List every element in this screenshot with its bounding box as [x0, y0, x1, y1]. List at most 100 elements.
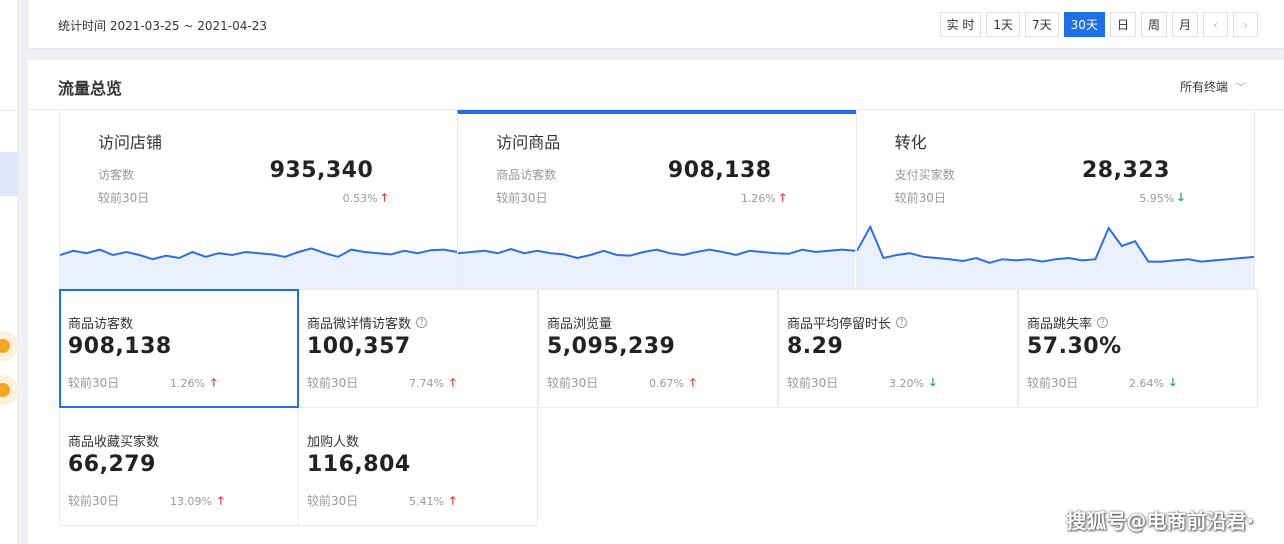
arrow-up-icon: 🡑 — [217, 494, 224, 507]
metric-change-value: 1.26% — [170, 377, 205, 390]
metric-avg-stay-duration[interactable]: 商品平均停留时长? 8.29 较前30日 3.20% 🡓 — [778, 289, 1018, 408]
card-compare-label: 较前30日 — [98, 191, 150, 205]
metric-micro-detail-visitors[interactable]: 商品微详情访客数? 100,357 较前30日 7.74% 🡑 — [298, 289, 538, 408]
metric-compare-label: 较前30日 — [1027, 376, 1079, 390]
range-btn-1day[interactable]: 1天 — [986, 12, 1021, 37]
metric-value: 57.30% — [1027, 334, 1122, 359]
sparkline-area — [458, 249, 856, 288]
metric-value: 8.29 — [787, 334, 844, 359]
metric-bounce-rate[interactable]: 商品跳失率? 57.30% 较前30日 2.64% 🡓 — [1018, 289, 1258, 408]
metric-change: 7.74% 🡑 — [409, 374, 456, 393]
metric-label-text: 商品跳失率 — [1027, 317, 1093, 332]
chevron-down-icon: ﹀ — [1236, 83, 1246, 94]
card-change-value: 1.26% — [740, 192, 776, 205]
metric-compare-label: 较前30日 — [307, 376, 359, 390]
card-conversion[interactable]: 转化 支付买家数 28,323 较前30日 5.95% 🡓 — [855, 110, 1255, 289]
metric-value: 908,138 — [68, 334, 172, 359]
card-title: 访问商品 — [496, 133, 561, 152]
traffic-overview-panel: 流量总览 所有终端 ﹀ 访问店铺 访客数 935,340 较前30日 0.53%… — [28, 60, 1284, 544]
range-btn-month[interactable]: 月 — [1171, 12, 1198, 37]
metric-label-text: 商品平均停留时长 — [787, 317, 892, 332]
card-metric-label: 支付买家数 — [894, 168, 955, 182]
metric-change: 5.41% 🡑 — [409, 492, 456, 511]
prev-period-button[interactable]: ‹ — [1203, 12, 1228, 37]
metric-label: 商品平均停留时长? — [787, 313, 908, 332]
range-btn-7days[interactable]: 7天 — [1025, 12, 1059, 37]
metric-change: 2.64% 🡓 — [1129, 374, 1176, 393]
metric-label: 商品微详情访客数? — [307, 313, 428, 332]
metric-label: 加购人数 — [307, 431, 359, 450]
metric-change: 0.67% 🡑 — [649, 374, 696, 393]
arrow-up-icon: 🡑 — [210, 376, 217, 389]
sidebar-selected-item[interactable] — [0, 152, 18, 196]
card-visit-store[interactable]: 访问店铺 访客数 935,340 较前30日 0.53% 🡑 — [59, 110, 459, 289]
sidebar-divider — [0, 110, 18, 111]
arrow-up-icon: 🡑 — [381, 191, 388, 204]
left-sidebar — [0, 0, 18, 544]
chevron-right-icon: › — [1243, 17, 1248, 32]
card-title: 转化 — [894, 133, 927, 152]
card-change: 0.53% 🡑 — [343, 189, 388, 208]
sparkline-visit-store — [60, 247, 458, 288]
metric-label: 商品访客数 — [68, 313, 133, 332]
terminal-select-value: 所有终端 — [1179, 80, 1228, 94]
metric-compare-label: 较前30日 — [547, 376, 599, 390]
metric-label: 商品跳失率? — [1027, 313, 1109, 332]
sparkline-visit-product — [458, 247, 856, 288]
range-selector: 实 时 1天 7天 30天 日 周 月 ‹ › — [939, 12, 1258, 37]
card-change: 1.26% 🡑 — [741, 189, 786, 208]
chevron-left-icon: ‹ — [1213, 17, 1218, 32]
metric-change: 1.26% 🡑 — [170, 374, 217, 393]
metric-compare-label: 较前30日 — [307, 494, 359, 508]
card-value: 908,138 — [667, 158, 772, 183]
metric-change-value: 13.09% — [170, 495, 212, 508]
card-compare-label: 较前30日 — [496, 191, 548, 205]
card-value: 935,340 — [269, 158, 374, 183]
arrow-up-icon: 🡑 — [449, 376, 456, 389]
sparkline-conversion — [856, 224, 1254, 288]
metric-label: 商品收藏买家数 — [68, 431, 159, 450]
metric-label: 商品浏览量 — [547, 313, 612, 332]
metric-value: 116,804 — [307, 452, 411, 477]
metric-compare-label: 较前30日 — [787, 376, 839, 390]
metric-product-visitors[interactable]: 商品访客数 908,138 较前30日 1.26% 🡑 — [59, 289, 299, 408]
metric-compare-label: 较前30日 — [68, 376, 120, 390]
card-compare-label: 较前30日 — [894, 191, 946, 205]
range-btn-30days[interactable]: 30天 — [1063, 12, 1105, 37]
arrow-up-icon: 🡑 — [689, 376, 696, 389]
metric-label-text: 商品微详情访客数 — [307, 317, 412, 332]
range-btn-realtime[interactable]: 实 时 — [939, 12, 982, 37]
metric-add-to-cart-users[interactable]: 加购人数 116,804 较前30日 5.41% 🡑 — [298, 407, 538, 526]
next-period-button[interactable]: › — [1233, 12, 1258, 37]
sidebar-dot-icon — [0, 383, 10, 397]
help-icon[interactable]: ? — [416, 317, 428, 328]
help-icon[interactable]: ? — [896, 317, 908, 328]
metric-page-views[interactable]: 商品浏览量 5,095,239 较前30日 0.67% 🡑 — [538, 289, 778, 408]
range-btn-day[interactable]: 日 — [1109, 12, 1136, 37]
card-metric-label: 访客数 — [98, 168, 135, 182]
card-change: 5.95% 🡓 — [1139, 189, 1184, 208]
metric-compare-label: 较前30日 — [68, 494, 120, 508]
metric-label-text: 商品访客数 — [68, 317, 134, 332]
arrow-down-icon: 🡓 — [929, 376, 936, 389]
range-btn-week[interactable]: 周 — [1140, 12, 1167, 37]
metric-value: 5,095,239 — [547, 334, 676, 359]
metric-favorite-buyers[interactable]: 商品收藏买家数 66,279 较前30日 13.09% 🡑 — [59, 407, 299, 526]
date-range-label: 统计时间 2021-03-25 ~ 2021-04-23 — [58, 19, 267, 33]
sidebar-dot-icon — [0, 339, 10, 353]
sparkline-area — [856, 226, 1254, 288]
overview-cards: 访问店铺 访客数 935,340 较前30日 0.53% 🡑 访问商品 商品访客… — [59, 110, 1257, 289]
metric-change-value: 5.41% — [409, 495, 444, 508]
metric-change-value: 0.67% — [649, 377, 684, 390]
card-visit-product[interactable]: 访问商品 商品访客数 908,138 较前30日 1.26% 🡑 — [457, 110, 857, 289]
card-title: 访问店铺 — [98, 133, 163, 152]
metric-label-text: 商品收藏买家数 — [68, 435, 160, 450]
help-icon[interactable]: ? — [1097, 317, 1109, 328]
metric-change-value: 3.20% — [889, 377, 924, 390]
metric-grid: 商品访客数 908,138 较前30日 1.26% 🡑 商品微详情访客数? 100… — [59, 289, 1258, 527]
arrow-down-icon: 🡓 — [1178, 191, 1184, 204]
date-range-bar: 统计时间 2021-03-25 ~ 2021-04-23 实 时 1天 7天 3… — [28, 0, 1284, 48]
card-metric-label: 商品访客数 — [496, 168, 557, 182]
terminal-select[interactable]: 所有终端 ﹀ — [1180, 78, 1246, 95]
metric-label-text: 加购人数 — [307, 435, 360, 450]
